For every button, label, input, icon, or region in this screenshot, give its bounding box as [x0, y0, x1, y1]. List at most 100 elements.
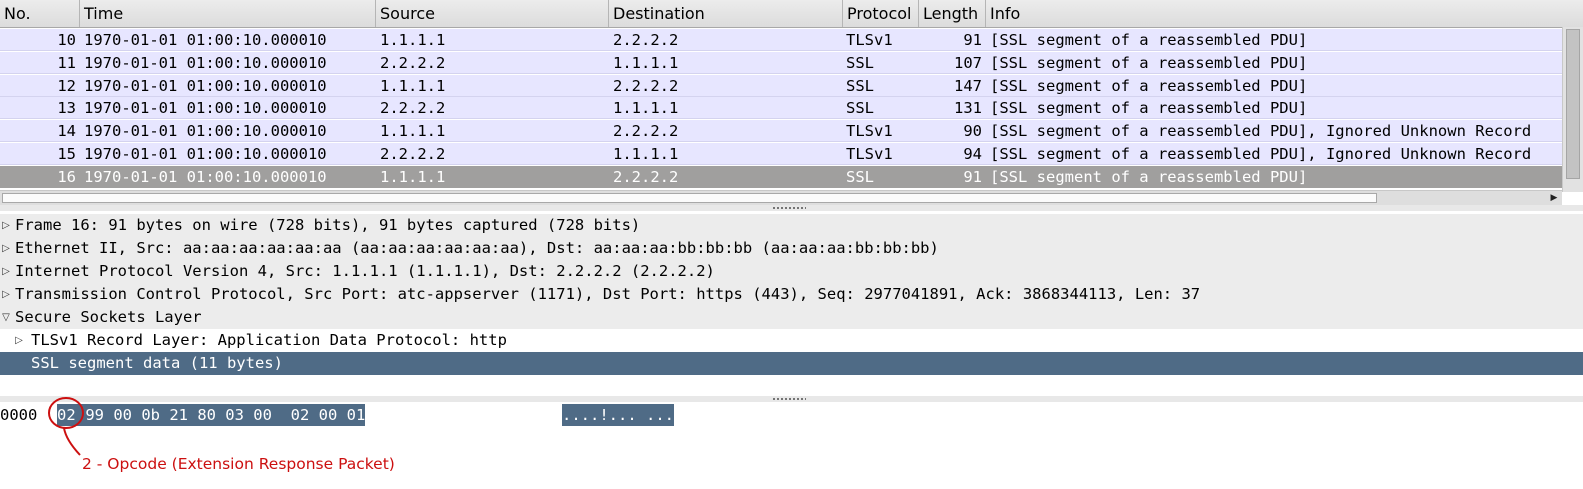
splitter-grip-icon[interactable]: [772, 206, 806, 210]
detail-row-tls-record[interactable]: ▷ TLSv1 Record Layer: Application Data P…: [0, 329, 1583, 352]
detail-row-tcp[interactable]: ▷ Transmission Control Protocol, Src Por…: [0, 283, 1583, 306]
packet-cell-no: 12: [57, 76, 76, 95]
detail-row-label: TLSv1 Record Layer: Application Data Pro…: [31, 331, 507, 349]
packet-cell-protocol: TLSv1: [846, 145, 893, 163]
scroll-right-arrow-icon[interactable]: ▶: [1548, 192, 1560, 204]
packet-row[interactable]: 10 1970-01-01 01:00:10.000010 1.1.1.1 2.2.2…: [0, 29, 1562, 51]
packet-cell-info: [SSL segment of a reassembled PDU]: [990, 76, 1308, 95]
detail-row-label: Frame 16: 91 bytes on wire (728 bits), 9…: [15, 216, 641, 234]
packet-cell-no: 13: [57, 99, 76, 118]
vertical-scroll-thumb[interactable]: [1566, 29, 1580, 179]
packet-details-tree[interactable]: ▷ Frame 16: 91 bytes on wire (728 bits),…: [0, 212, 1583, 397]
packet-cell-length: 94: [963, 145, 982, 163]
packet-cell-destination: 1.1.1.1: [613, 53, 679, 72]
packet-cell-info: [SSL segment of a reassembled PDU]: [990, 31, 1308, 49]
packet-cell-length: 107: [954, 53, 982, 72]
packet-cell-no: 10: [57, 31, 76, 49]
packet-cell-no: 15: [57, 145, 76, 163]
packet-cell-info: [SSL segment of a reassembled PDU], Igno…: [990, 122, 1532, 141]
packet-cell-source: 2.2.2.2: [380, 99, 446, 118]
splitter-top[interactable]: [0, 205, 1583, 211]
packet-cell-destination: 1.1.1.1: [613, 99, 679, 118]
packet-cell-protocol: SSL: [846, 76, 874, 95]
expand-arrow-icon[interactable]: ▷: [0, 214, 12, 237]
expand-arrow-icon[interactable]: ▷: [13, 329, 25, 352]
packet-cell-protocol: TLSv1: [846, 31, 893, 49]
expand-arrow-icon[interactable]: ▷: [0, 283, 12, 306]
detail-row-ssl-segment[interactable]: SSL segment data (11 bytes): [0, 352, 1583, 375]
detail-row-label: Internet Protocol Version 4, Src: 1.1.1.…: [15, 262, 715, 280]
packet-row[interactable]: 14 1970-01-01 01:00:10.000010 1.1.1.1 2.2.2…: [0, 120, 1562, 143]
packet-cell-length: 131: [954, 99, 982, 118]
vertical-scrollbar[interactable]: [1562, 27, 1583, 192]
packet-cell-source: 1.1.1.1: [380, 76, 446, 95]
column-time[interactable]: Time: [80, 0, 376, 27]
detail-row-ethernet[interactable]: ▷ Ethernet II, Src: aa:aa:aa:aa:aa:aa (a…: [0, 237, 1583, 260]
packet-cell-time: 1970-01-01 01:00:10.000010: [84, 76, 327, 95]
column-destination[interactable]: Destination: [609, 0, 843, 27]
packet-cell-no: 16: [57, 167, 76, 186]
packet-row[interactable]: 15 1970-01-01 01:00:10.000010 2.2.2.2 1.1.1…: [0, 143, 1562, 165]
column-length[interactable]: Length: [919, 0, 986, 27]
packet-row[interactable]: 13 1970-01-01 01:00:10.000010 2.2.2.2 1.1.1…: [0, 97, 1562, 120]
packet-cell-info: [SSL segment of a reassembled PDU], Igno…: [990, 145, 1532, 163]
horizontal-scrollbar[interactable]: ▶: [0, 190, 1562, 205]
packet-cell-time: 1970-01-01 01:00:10.000010: [84, 167, 327, 186]
packet-cell-no: 11: [57, 53, 76, 72]
packet-cell-time: 1970-01-01 01:00:10.000010: [84, 145, 327, 163]
packet-cell-length: 90: [963, 122, 982, 141]
packet-cell-source: 1.1.1.1: [380, 31, 446, 49]
packet-cell-destination: 2.2.2.2: [613, 122, 679, 141]
packet-cell-protocol: SSL: [846, 99, 874, 118]
packet-cell-length: 91: [963, 31, 982, 49]
column-header: No. Time Source Destination Protocol Len…: [0, 0, 1583, 28]
packet-cell-source: 1.1.1.1: [380, 167, 446, 186]
packet-cell-source: 1.1.1.1: [380, 122, 446, 141]
packet-cell-length: 91: [963, 167, 982, 186]
horizontal-scroll-thumb[interactable]: [2, 193, 1377, 203]
packet-cell-source: 2.2.2.2: [380, 145, 446, 163]
packet-row[interactable]: 12 1970-01-01 01:00:10.000010 1.1.1.1 2.2.2…: [0, 74, 1562, 97]
expand-arrow-icon[interactable]: ▷: [0, 260, 12, 283]
packet-cell-time: 1970-01-01 01:00:10.000010: [84, 122, 327, 141]
packet-cell-no: 14: [57, 122, 76, 141]
packet-row[interactable]: 11 1970-01-01 01:00:10.000010 2.2.2.2 1.1.1…: [0, 51, 1562, 74]
detail-row-ipv4[interactable]: ▷ Internet Protocol Version 4, Src: 1.1.…: [0, 260, 1583, 283]
packet-cell-destination: 1.1.1.1: [613, 145, 679, 163]
detail-row-ssl[interactable]: ▽ Secure Sockets Layer: [0, 306, 1583, 329]
hex-bytes[interactable]: 99 00 0b 21 80 03 00 02 00 01: [76, 404, 366, 426]
packet-cell-protocol: TLSv1: [846, 122, 893, 141]
packet-cell-time: 1970-01-01 01:00:10.000010: [84, 31, 327, 49]
packet-cell-destination: 2.2.2.2: [613, 167, 679, 186]
column-info[interactable]: Info: [986, 0, 1583, 27]
hex-byte-opcode[interactable]: 02: [57, 404, 76, 426]
packet-cell-destination: 2.2.2.2: [613, 31, 679, 49]
column-source[interactable]: Source: [376, 0, 609, 27]
ascii-bytes[interactable]: ....!... ...: [562, 404, 674, 426]
hex-offset: 0000: [0, 406, 38, 424]
splitter-grip-icon[interactable]: [772, 397, 806, 401]
column-no[interactable]: No.: [0, 0, 80, 27]
packet-bytes-pane[interactable]: 0000 02 99 00 0b 21 80 03 00 02 00 01 ..…: [0, 403, 1583, 489]
packet-cell-info: [SSL segment of a reassembled PDU]: [990, 167, 1308, 186]
detail-row-label: Secure Sockets Layer: [15, 308, 202, 326]
packet-cell-destination: 2.2.2.2: [613, 76, 679, 95]
packet-cell-info: [SSL segment of a reassembled PDU]: [990, 53, 1308, 72]
packet-cell-info: [SSL segment of a reassembled PDU]: [990, 99, 1308, 118]
packet-cell-source: 2.2.2.2: [380, 53, 446, 72]
splitter-bottom[interactable]: [0, 396, 1583, 402]
packet-row[interactable]: 16 1970-01-01 01:00:10.000010 1.1.1.1 2.2.2…: [0, 165, 1562, 188]
packet-cell-protocol: SSL: [846, 53, 874, 72]
packet-cell-time: 1970-01-01 01:00:10.000010: [84, 99, 327, 118]
detail-row-label: Ethernet II, Src: aa:aa:aa:aa:aa:aa (aa:…: [15, 239, 939, 257]
detail-row-label: Transmission Control Protocol, Src Port:…: [15, 285, 1201, 303]
column-protocol[interactable]: Protocol: [843, 0, 919, 27]
annotation-label: 2 - Opcode (Extension Response Packet): [82, 455, 395, 473]
expand-arrow-icon[interactable]: ▷: [0, 237, 12, 260]
detail-row-frame[interactable]: ▷ Frame 16: 91 bytes on wire (728 bits),…: [0, 214, 1583, 237]
packet-cell-protocol: SSL: [846, 167, 874, 186]
detail-row-label: SSL segment data (11 bytes): [31, 354, 283, 372]
packet-cell-length: 147: [954, 76, 982, 95]
packet-list[interactable]: No. Time Source Destination Protocol Len…: [0, 0, 1583, 205]
collapse-arrow-icon[interactable]: ▽: [0, 306, 12, 329]
